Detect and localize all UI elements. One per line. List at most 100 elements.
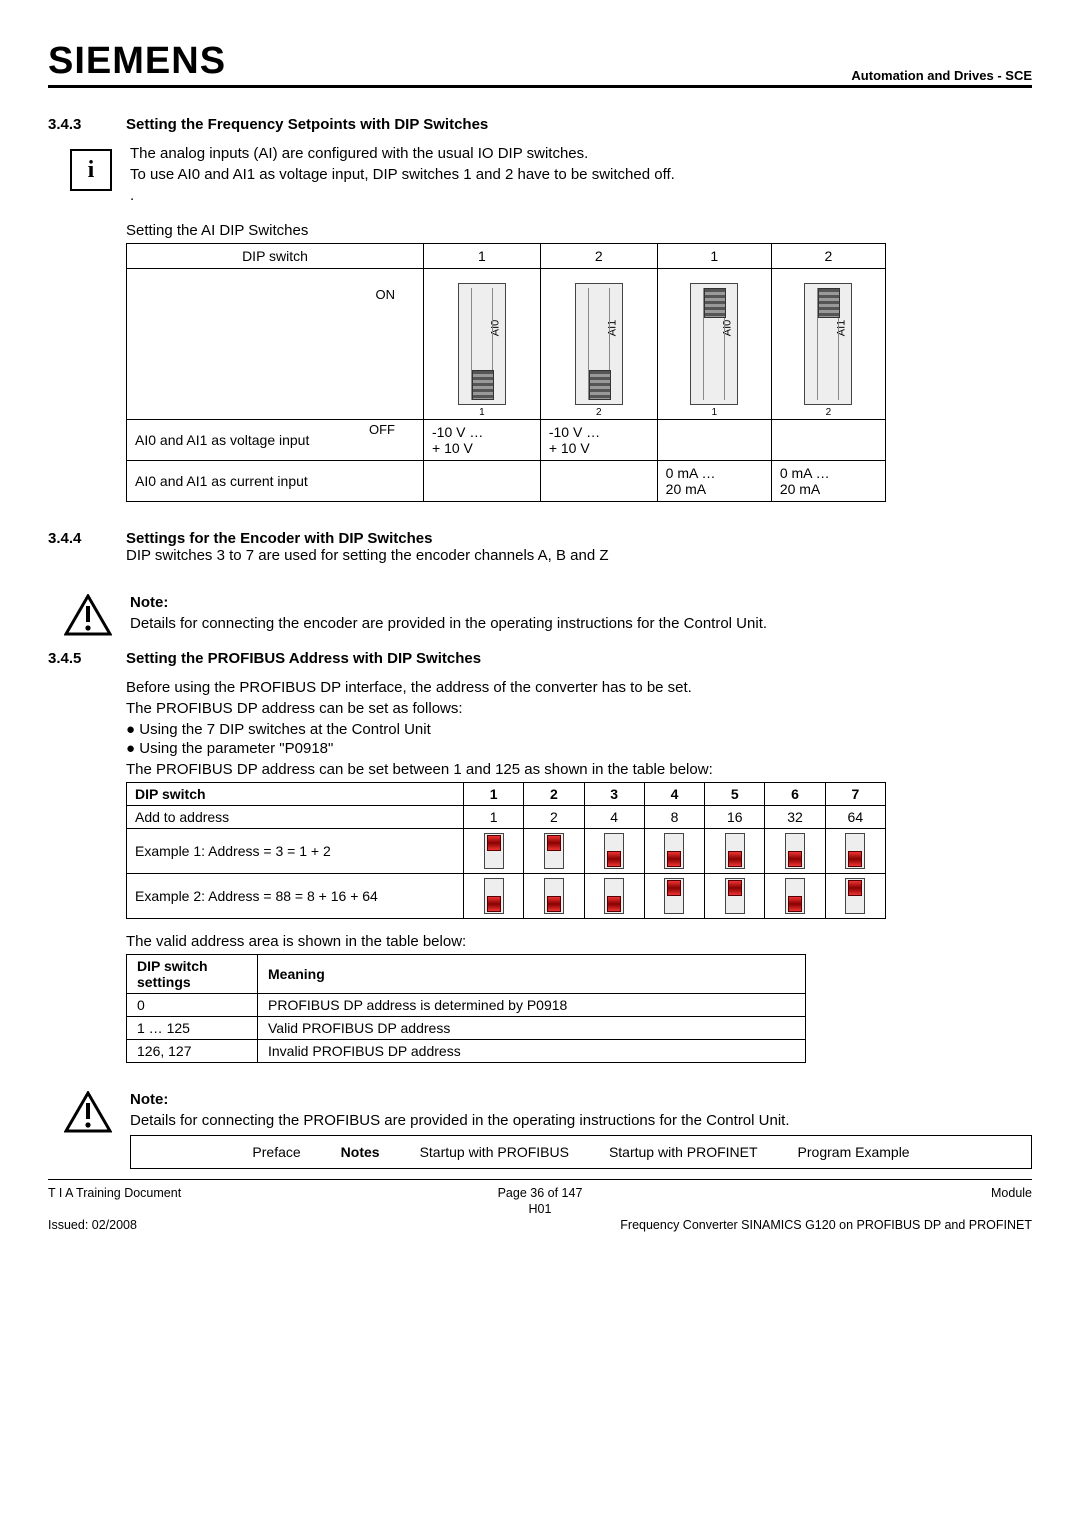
dip-mini-icon	[725, 878, 745, 914]
dip-switch-icon: AI0 1	[690, 283, 738, 405]
td: 0 mA … 20 mA	[771, 461, 885, 502]
td: 1 … 125	[127, 1017, 258, 1040]
section-title: Setting the PROFIBUS Address with DIP Sw…	[126, 650, 481, 667]
td: Invalid PROFIBUS DP address	[258, 1040, 806, 1063]
td: 126, 127	[127, 1040, 258, 1063]
td: Example 1: Address = 3 = 1 + 2	[127, 829, 464, 874]
section-number: 3.4.3	[48, 116, 106, 133]
td: 4	[584, 806, 644, 829]
td: 1	[464, 806, 524, 829]
td	[540, 461, 657, 502]
td: Add to address	[127, 806, 464, 829]
paragraph: The valid address area is shown in the t…	[126, 933, 1032, 950]
dip-mini-icon	[664, 833, 684, 869]
dip-mini-icon	[725, 833, 745, 869]
td	[771, 420, 885, 461]
th: 2	[540, 244, 657, 269]
dip-mini-icon	[544, 833, 564, 869]
td: 64	[825, 806, 885, 829]
td: 0 mA … 20 mA	[657, 461, 771, 502]
nav-item-profibus[interactable]: Startup with PROFIBUS	[420, 1144, 569, 1160]
dip-mini-icon	[664, 878, 684, 914]
section-title: Settings for the Encoder with DIP Switch…	[126, 530, 609, 547]
th: Meaning	[258, 955, 806, 994]
footer-page: Page 36 of 147	[498, 1186, 583, 1200]
dip-mini-icon	[604, 878, 624, 914]
td: PROFIBUS DP address is determined by P09…	[258, 994, 806, 1017]
td: Example 2: Address = 88 = 8 + 16 + 64	[127, 874, 464, 919]
th: 2	[771, 244, 885, 269]
paragraph: Before using the PROFIBUS DP interface, …	[126, 679, 1032, 696]
section-title: Setting the Frequency Setpoints with DIP…	[126, 116, 488, 133]
td: 2	[524, 806, 584, 829]
td: ON OFF	[127, 269, 424, 420]
th: 1	[424, 244, 541, 269]
dip-switch-icon: AI1 2	[804, 283, 852, 405]
td: 16	[705, 806, 765, 829]
nav-box: Preface Notes Startup with PROFIBUS Star…	[130, 1135, 1032, 1169]
th: 3	[584, 783, 644, 806]
header-tagline: Automation and Drives - SCE	[851, 68, 1032, 83]
paragraph: To use AI0 and AI1 as voltage input, DIP…	[130, 166, 1032, 183]
td: Valid PROFIBUS DP address	[258, 1017, 806, 1040]
paragraph: The analog inputs (AI) are configured wi…	[130, 145, 1032, 162]
footer-h01: H01	[498, 1202, 583, 1216]
nav-item-preface[interactable]: Preface	[252, 1144, 300, 1160]
nav-item-example[interactable]: Program Example	[798, 1144, 910, 1160]
nav-item-profinet[interactable]: Startup with PROFINET	[609, 1144, 758, 1160]
td: 8	[644, 806, 704, 829]
note-title: Note:	[130, 1091, 1032, 1108]
th: DIP switch settings	[127, 955, 258, 994]
profibus-address-table: DIP switch 1 2 3 4 5 6 7 Add to address …	[126, 782, 886, 919]
section-number: 3.4.5	[48, 650, 106, 667]
list-item: Using the 7 DIP switches at the Control …	[126, 721, 1032, 738]
nav-item-notes[interactable]: Notes	[341, 1144, 380, 1160]
address-meaning-table: DIP switch settings Meaning 0 PROFIBUS D…	[126, 954, 806, 1063]
dip-mini-icon	[544, 878, 564, 914]
ai-dip-table: DIP switch 1 2 1 2 ON OFF AI0 1	[126, 243, 886, 502]
label-on: ON	[135, 287, 395, 302]
th: 1	[657, 244, 771, 269]
paragraph: The PROFIBUS DP address can be set as fo…	[126, 700, 1032, 717]
dip-mini-icon	[604, 833, 624, 869]
dip-mini-icon	[845, 878, 865, 914]
td: -10 V … + 10 V	[424, 420, 541, 461]
dip-mini-icon	[785, 878, 805, 914]
brand-logo: SIEMENS	[48, 40, 226, 83]
dip-switch-icon: AI1 2	[575, 283, 623, 405]
dip-switch-icon: AI0 1	[458, 283, 506, 405]
page-header: SIEMENS Automation and Drives - SCE	[48, 40, 1032, 88]
info-icon: i	[70, 149, 112, 191]
td: 32	[765, 806, 825, 829]
th: 4	[644, 783, 704, 806]
dip-mini-icon	[845, 833, 865, 869]
note-title: Note:	[130, 594, 1032, 611]
th: 2	[524, 783, 584, 806]
th: 5	[705, 783, 765, 806]
dip-mini-icon	[785, 833, 805, 869]
note-body: Details for connecting the PROFIBUS are …	[130, 1112, 1032, 1129]
paragraph: The PROFIBUS DP address can be set betwe…	[126, 761, 1032, 778]
dip-mini-icon	[484, 833, 504, 869]
footer-module: Module	[582, 1186, 1032, 1200]
footer-issued: Issued: 02/2008	[48, 1218, 498, 1232]
label-off: OFF	[135, 422, 395, 437]
th: 6	[765, 783, 825, 806]
td: 0	[127, 994, 258, 1017]
th: 1	[464, 783, 524, 806]
td	[424, 461, 541, 502]
th: DIP switch	[127, 783, 464, 806]
page-footer: T I A Training Document Page 36 of 147 M…	[48, 1179, 1032, 1232]
th: 7	[825, 783, 885, 806]
footer-doc: T I A Training Document	[48, 1186, 498, 1200]
warning-icon	[64, 594, 112, 636]
td	[657, 420, 771, 461]
paragraph: .	[130, 187, 1032, 204]
section-number: 3.4.4	[48, 530, 106, 568]
td: -10 V … + 10 V	[540, 420, 657, 461]
paragraph: DIP switches 3 to 7 are used for setting…	[126, 547, 609, 564]
note-body: Details for connecting the encoder are p…	[130, 615, 1032, 632]
list-item: Using the parameter "P0918"	[126, 740, 1032, 757]
th: DIP switch	[127, 244, 424, 269]
warning-icon	[64, 1091, 112, 1133]
